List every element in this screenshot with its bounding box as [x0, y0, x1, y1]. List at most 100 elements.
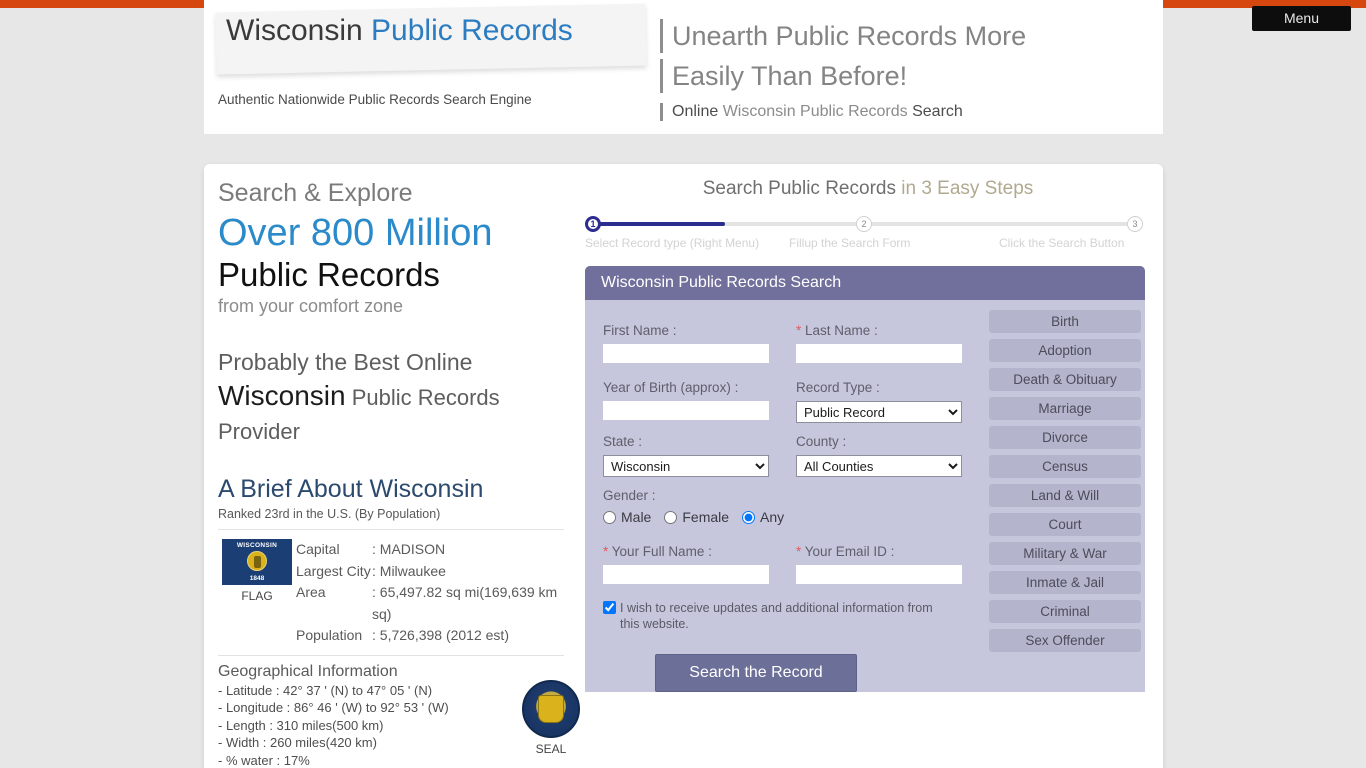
gender-option-female[interactable]: Female — [664, 509, 729, 525]
seal-caption: SEAL — [535, 742, 567, 756]
provider-heading-end: Provider — [218, 419, 300, 444]
best-online-heading: Probably the Best Online — [218, 349, 473, 375]
county-cell: County : All Counties — [796, 433, 975, 477]
brief-about-title: A Brief About Wisconsin — [218, 475, 484, 503]
record-type-sex-offender[interactable]: Sex Offender — [989, 629, 1141, 652]
seal-block: SEAL — [516, 680, 586, 756]
flag-block: WISCONSIN 1848 FLAG — [218, 539, 296, 647]
menu-button[interactable]: Menu — [1252, 6, 1351, 31]
year-of-birth-input[interactable] — [603, 401, 769, 420]
required-marker: * — [796, 544, 802, 559]
step-label-3: Click the Search Button — [999, 236, 1125, 250]
last-name-cell: * Last Name : — [796, 322, 975, 363]
main-content-card: Search & Explore Over 800 Million Public… — [204, 164, 1163, 768]
gender-radio-any[interactable] — [742, 510, 756, 524]
record-type-adoption[interactable]: Adoption — [989, 339, 1141, 362]
gender-radio-male[interactable] — [603, 510, 616, 524]
last-name-label-text: Last Name : — [805, 323, 878, 338]
step-marker-3[interactable]: 3 — [1127, 216, 1143, 232]
county-label: County : — [796, 434, 847, 449]
gender-option-male[interactable]: Male — [603, 509, 651, 525]
name-row: First Name : * Last Name : — [603, 322, 989, 363]
wisconsin-flag-icon: WISCONSIN 1848 — [222, 539, 292, 585]
public-records-heading: Public Records — [218, 256, 440, 293]
year-of-birth-label: Year of Birth (approx) : — [603, 380, 739, 395]
record-type-cell: Record Type : Public Record — [796, 379, 975, 423]
flag-caption: FLAG — [241, 589, 273, 603]
gender-option-any[interactable]: Any — [742, 509, 784, 525]
fact-row: Largest City : Milwaukee — [296, 561, 578, 583]
gender-radio-female[interactable] — [664, 510, 678, 524]
fact-key: Area — [296, 584, 326, 600]
gender-female-label: Female — [682, 509, 730, 525]
site-header: Wisconsin Public Records Authentic Natio… — [204, 0, 1351, 134]
header-subline-post: Search — [907, 103, 963, 120]
record-type-court[interactable]: Court — [989, 513, 1141, 536]
provider-heading-mid: Public Records — [345, 385, 500, 410]
site-logo[interactable]: Wisconsin Public Records — [226, 14, 573, 48]
headline-line-1: Unearth Public Records More — [660, 16, 1160, 56]
header-subline-pre: Online — [672, 103, 723, 120]
step-marker-1[interactable]: 1 — [585, 216, 601, 232]
state-select[interactable]: Wisconsin — [603, 455, 769, 477]
search-form-panel: Wisconsin Public Records Search First Na… — [585, 266, 1145, 692]
over-million-heading: Over 800 Million — [218, 212, 493, 254]
gender-any-label: Any — [760, 509, 785, 525]
state-facts-list: Capital : MADISON Largest City : Milwauk… — [296, 539, 578, 647]
full-name-cell: * Your Full Name : — [603, 543, 782, 584]
contact-row: * Your Full Name : * Your Email ID : — [603, 543, 989, 584]
record-type-census[interactable]: Census — [989, 455, 1141, 478]
steps-title-pre: Search Public Records — [702, 178, 902, 199]
full-name-label-text: Your Full Name : — [611, 544, 712, 559]
state-seal-icon — [522, 680, 580, 738]
step-label-1: Select Record type (Right Menu) — [585, 236, 760, 250]
state-fact-box: WISCONSIN 1848 FLAG Capital : MADISON La… — [218, 539, 578, 647]
search-form-title: Wisconsin Public Records Search — [585, 266, 1145, 300]
record-type-divorce[interactable]: Divorce — [989, 426, 1141, 449]
search-explore-heading: Search & Explore — [218, 179, 413, 207]
fact-row: Population : 5,726,398 (2012 est) — [296, 625, 578, 647]
record-type-military-war[interactable]: Military & War — [989, 542, 1141, 565]
record-type-criminal[interactable]: Criminal — [989, 600, 1141, 623]
first-name-label: First Name : — [603, 323, 677, 338]
step-label-2: Fillup the Search Form — [789, 236, 911, 250]
record-type-death-obituary[interactable]: Death & Obituary — [989, 368, 1141, 391]
fact-row: Area : 65,497.82 sq mi(169,639 km sq) — [296, 582, 578, 625]
record-type-select[interactable]: Public Record — [796, 401, 962, 423]
flag-year: 1848 — [249, 575, 265, 582]
last-name-label: * Last Name : — [796, 322, 975, 340]
fact-key: Capital — [296, 541, 340, 557]
full-name-input[interactable] — [603, 565, 769, 584]
record-type-menu: Birth Adoption Death & Obituary Marriage… — [989, 300, 1145, 692]
email-cell: * Your Email ID : — [796, 543, 975, 584]
consent-checkbox[interactable] — [603, 601, 616, 614]
record-type-inmate-jail[interactable]: Inmate & Jail — [989, 571, 1141, 594]
fact-key: Largest City — [296, 562, 371, 579]
step-marker-2[interactable]: 2 — [856, 216, 872, 232]
steps-progress-bar: 1 2 3 — [585, 216, 1151, 232]
record-type-marriage[interactable]: Marriage — [989, 397, 1141, 420]
search-record-button[interactable]: Search the Record — [655, 654, 857, 692]
state-label: State : — [603, 434, 643, 449]
header-subline-mid: Wisconsin Public Records — [722, 103, 908, 120]
flag-state-name: WISCONSIN — [236, 542, 278, 549]
email-input[interactable] — [796, 565, 962, 584]
email-label: * Your Email ID : — [796, 543, 975, 561]
first-name-input[interactable] — [603, 344, 769, 363]
search-form-body: First Name : * Last Name : Year of Birth… — [585, 300, 1145, 692]
required-marker: * — [796, 323, 802, 338]
record-type-birth[interactable]: Birth — [989, 310, 1141, 333]
year-of-birth-cell: Year of Birth (approx) : — [603, 379, 782, 423]
fact-key: Population — [296, 627, 363, 643]
record-type-land-will[interactable]: Land & Will — [989, 484, 1141, 507]
brief-rank-text: Ranked 23rd in the U.S. (By Population) — [218, 507, 441, 521]
email-label-text: Your Email ID : — [804, 544, 895, 559]
last-name-input[interactable] — [796, 344, 962, 363]
gender-options: Male Female Any — [603, 509, 989, 525]
divider — [218, 654, 564, 656]
site-tagline: Authentic Nationwide Public Records Sear… — [218, 92, 532, 107]
county-select[interactable]: All Counties — [796, 455, 962, 477]
fact-value: : Milwaukee — [372, 562, 446, 579]
first-name-cell: First Name : — [603, 322, 782, 363]
fact-value: : 5,726,398 (2012 est) — [372, 627, 509, 643]
